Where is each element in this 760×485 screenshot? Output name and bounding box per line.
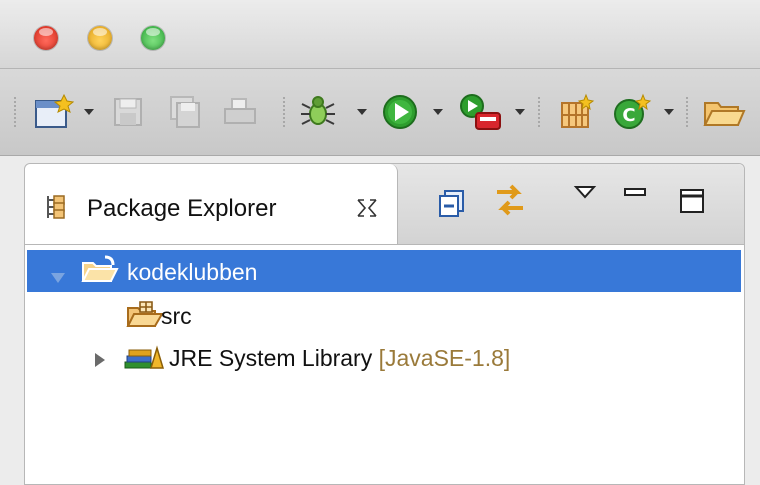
src-folder-name: src xyxy=(161,303,192,329)
external-tools-icon[interactable] xyxy=(458,93,506,131)
new-java-class-dropdown-caret[interactable] xyxy=(664,109,674,115)
java-project-icon xyxy=(79,255,121,291)
view-header: Package Explorer xyxy=(25,164,744,245)
minimize-window-button[interactable] xyxy=(88,26,112,50)
package-explorer-view: Package Explorer kodeklubben src JRE Sys… xyxy=(24,163,745,485)
package-explorer-icon xyxy=(45,194,67,225)
print-icon[interactable] xyxy=(222,93,258,131)
open-icon[interactable] xyxy=(702,93,746,131)
run-dropdown-caret[interactable] xyxy=(433,109,443,115)
toolbar-separator xyxy=(14,97,16,127)
jre-library-label: JRE System Library [JavaSE-1.8] xyxy=(169,345,510,372)
view-title: Package Explorer xyxy=(87,195,277,222)
maximize-view-icon[interactable] xyxy=(679,188,705,219)
zoom-window-button[interactable] xyxy=(141,26,165,50)
expand-twisty-icon[interactable] xyxy=(49,264,67,291)
view-menu-icon[interactable] xyxy=(573,184,597,205)
run-icon[interactable] xyxy=(382,93,420,131)
tab-package-explorer[interactable]: Package Explorer xyxy=(25,164,398,244)
close-view-icon[interactable] xyxy=(355,197,379,224)
main-toolbar: C xyxy=(0,69,760,156)
toolbar-separator xyxy=(538,97,540,127)
save-all-icon[interactable] xyxy=(168,93,202,131)
new-java-class-icon[interactable]: C xyxy=(612,93,652,131)
debug-icon[interactable] xyxy=(298,93,340,131)
window-title-bar xyxy=(0,0,760,69)
collapse-all-icon[interactable] xyxy=(437,188,467,223)
tree-item-project[interactable]: kodeklubben xyxy=(27,250,741,292)
save-icon[interactable] xyxy=(112,93,146,131)
new-icon[interactable] xyxy=(34,93,74,131)
debug-dropdown-caret[interactable] xyxy=(357,109,367,115)
jre-library-name: JRE System Library xyxy=(169,345,373,371)
project-name: kodeklubben xyxy=(127,259,258,285)
toolbar-separator xyxy=(686,97,688,127)
library-icon xyxy=(123,342,165,378)
new-java-package-icon[interactable] xyxy=(556,93,596,131)
source-folder-icon xyxy=(125,300,165,336)
svg-text:C: C xyxy=(622,105,635,126)
jre-library-decoration: [JavaSE-1.8] xyxy=(378,345,511,371)
tree-item-src[interactable]: src xyxy=(27,294,741,336)
external-tools-dropdown-caret[interactable] xyxy=(515,109,525,115)
close-window-button[interactable] xyxy=(34,26,58,50)
toolbar-separator xyxy=(283,97,285,127)
new-dropdown-caret[interactable] xyxy=(84,109,94,115)
collapsed-twisty-icon[interactable] xyxy=(93,348,107,375)
link-with-editor-icon[interactable] xyxy=(491,182,529,223)
tree-item-jre-library[interactable]: JRE System Library [JavaSE-1.8] xyxy=(27,336,741,378)
minimize-view-icon[interactable] xyxy=(623,186,647,205)
